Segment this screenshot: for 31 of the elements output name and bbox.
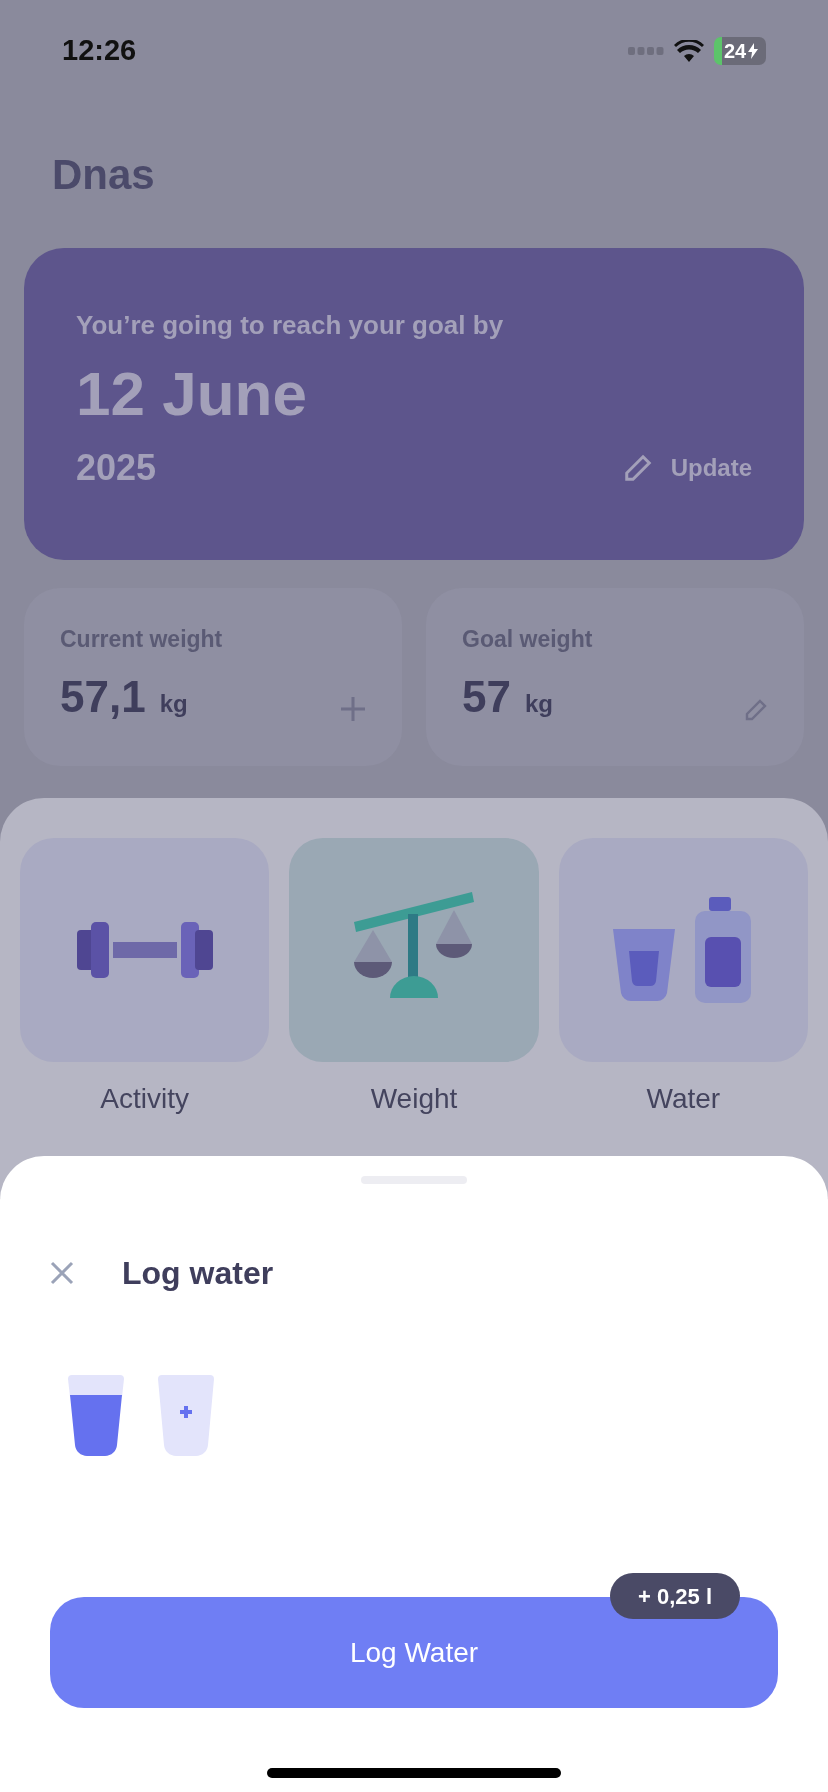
weight-unit: kg <box>159 688 188 719</box>
add-glass-icon[interactable] <box>158 1375 214 1457</box>
update-button[interactable]: Update <box>622 449 752 486</box>
charging-bolt-icon <box>748 43 759 59</box>
water-glass-and-bottle-icon <box>613 897 754 1003</box>
weight-unit: kg <box>524 688 553 719</box>
category-tile[interactable] <box>20 838 270 1062</box>
pencil-icon <box>744 697 768 722</box>
sheet-title: Log water <box>122 1254 274 1293</box>
battery-indicator: 24 <box>714 37 766 65</box>
close-icon <box>50 1261 74 1285</box>
category-label: Weight <box>370 1082 458 1116</box>
category-label: Activity <box>100 1082 189 1116</box>
goal-year: 2025 <box>76 445 157 490</box>
cellular-signal-icon <box>628 47 664 55</box>
goal-caption: You’re going to reach your goal by <box>76 309 505 342</box>
plus-icon[interactable] <box>340 695 366 722</box>
wifi-icon <box>674 40 704 62</box>
category-label: Water <box>646 1082 721 1116</box>
status-time: 12:26 <box>62 33 137 69</box>
category-tile[interactable] <box>558 838 808 1062</box>
weight-value: 57,1 <box>60 674 146 719</box>
close-button[interactable] <box>50 1261 74 1285</box>
amount-badge: + 0,25 l <box>610 1573 740 1619</box>
goal-date: 12 June <box>76 358 308 430</box>
page-title: Dnas <box>52 154 156 196</box>
category-tile[interactable] <box>289 838 539 1062</box>
pencil-icon <box>622 452 653 483</box>
weight-value: 57 <box>462 674 511 719</box>
filled-glass-icon[interactable] <box>68 1375 124 1457</box>
dumbbell-icon <box>76 920 213 980</box>
